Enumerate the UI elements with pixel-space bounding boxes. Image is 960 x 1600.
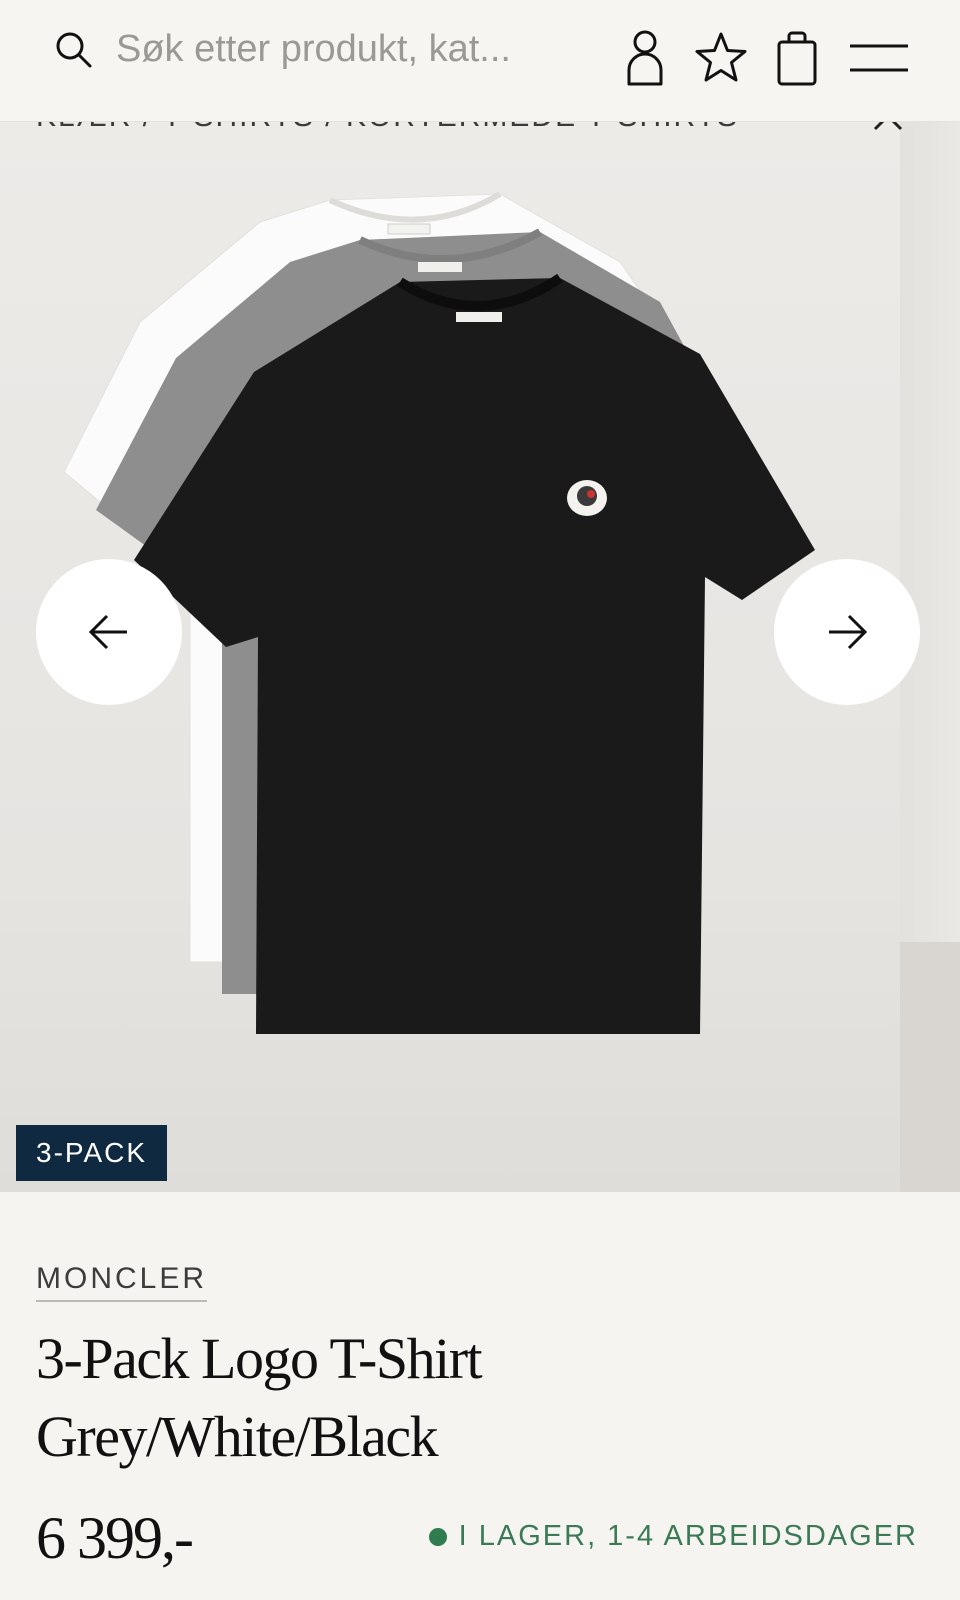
product-image-gallery[interactable]: 3-PACK [0,122,960,1192]
product-price: 6 399,- [36,1505,194,1571]
in-stock-dot-icon [428,1527,447,1546]
top-header [0,0,960,122]
arrow-left-icon [88,614,127,650]
product-title: 3-Pack Logo T-Shirt Grey/White/Black [36,1320,736,1476]
stock-status-text: I LAGER, 1-4 ARBEIDSDAGER [458,1520,918,1552]
menu-button[interactable] [846,18,912,98]
arrow-right-icon [829,614,868,650]
search-input[interactable] [116,28,556,71]
next-image-button[interactable] [774,559,920,705]
account-button[interactable] [618,18,672,98]
account-icon [627,30,663,86]
wishlist-button[interactable] [694,18,748,98]
floor-shadow [900,942,960,1192]
header-icons [618,18,912,98]
product-title-line2: Grey/White/Black [36,1404,439,1469]
stock-status: I LAGER, 1-4 ARBEIDSDAGER [428,1520,918,1553]
search-icon[interactable] [54,30,94,70]
shopping-bag-icon [777,31,817,86]
product-title-line1: 3-Pack Logo T-Shirt [36,1326,483,1391]
cart-button[interactable] [770,18,824,98]
previous-image-button[interactable] [36,559,182,705]
wishlist-star-icon [695,32,747,82]
hamburger-menu-icon [850,44,908,72]
search-bar[interactable] [54,28,556,71]
brand-link[interactable]: MONCLER [36,1262,208,1302]
pack-badge: 3-PACK [16,1125,168,1181]
